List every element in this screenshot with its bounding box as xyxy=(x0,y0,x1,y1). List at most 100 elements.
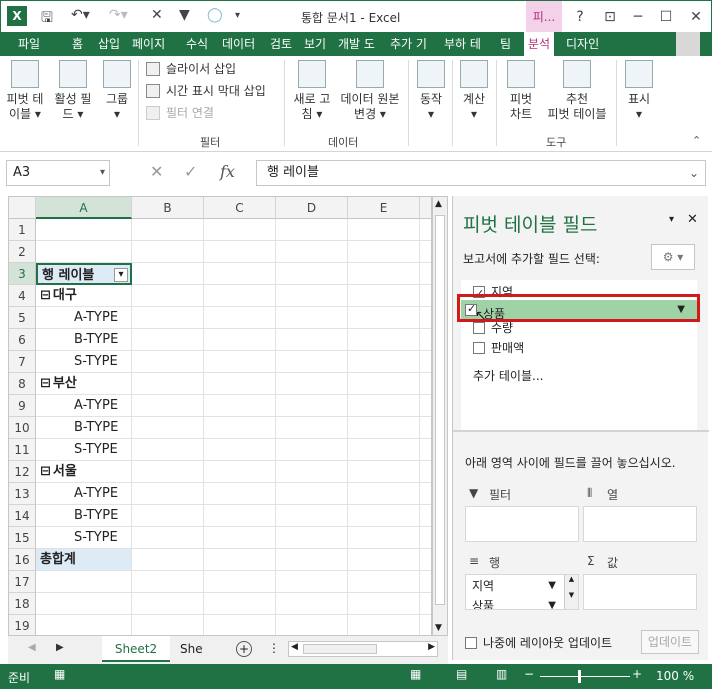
column-header-a[interactable]: A xyxy=(36,197,132,219)
horizontal-scrollbar[interactable]: ◀ ▶ xyxy=(288,641,438,657)
cell[interactable] xyxy=(204,615,276,635)
row-header[interactable]: 6 xyxy=(9,329,36,351)
column-header-e[interactable]: E xyxy=(348,197,420,219)
cell[interactable] xyxy=(204,241,276,263)
cell-a8[interactable]: ⊟ 부산 xyxy=(36,373,132,395)
cell[interactable] xyxy=(204,329,276,351)
cell[interactable] xyxy=(132,373,204,395)
row-header[interactable]: 1 xyxy=(9,219,36,241)
cell[interactable] xyxy=(348,439,420,461)
columns-drop-zone[interactable] xyxy=(583,506,697,542)
cell[interactable] xyxy=(420,395,431,417)
row-header[interactable]: 19 xyxy=(9,615,36,635)
cell[interactable] xyxy=(204,527,276,549)
row-header[interactable]: 16 xyxy=(9,549,36,571)
cell[interactable] xyxy=(132,615,204,635)
cell[interactable] xyxy=(276,483,348,505)
cell[interactable] xyxy=(204,395,276,417)
filter-connections-button[interactable]: 필터 연결 xyxy=(146,104,214,122)
cell[interactable] xyxy=(132,571,204,593)
row-header[interactable]: 17 xyxy=(9,571,36,593)
tab-developer[interactable]: 개발 도 xyxy=(338,32,375,56)
cell[interactable] xyxy=(276,285,348,307)
cell[interactable] xyxy=(204,549,276,571)
cell[interactable] xyxy=(420,219,431,241)
scroll-left-icon[interactable]: ◀ xyxy=(291,642,298,652)
cell[interactable] xyxy=(132,505,204,527)
cell-a12[interactable]: ⊟ 서울 xyxy=(36,461,132,483)
defer-update-option[interactable]: 나중에 레이아웃 업데이트 xyxy=(465,634,612,651)
cell[interactable] xyxy=(420,505,431,527)
normal-view-icon[interactable]: ▦ xyxy=(410,667,421,681)
cell[interactable] xyxy=(276,307,348,329)
cell[interactable] xyxy=(420,373,431,395)
cell-a17[interactable] xyxy=(36,571,132,593)
group-button[interactable]: 그룹 ▾ xyxy=(100,60,134,122)
select-all-corner[interactable] xyxy=(9,197,36,219)
change-data-source-button[interactable]: 데이터 원본 변경 ▾ xyxy=(336,60,404,122)
cell[interactable] xyxy=(276,527,348,549)
scroll-up-icon[interactable]: ▲ xyxy=(435,199,442,209)
scroll-down-icon[interactable]: ▼ xyxy=(435,623,442,633)
cell[interactable] xyxy=(276,263,348,285)
row-header[interactable]: 7 xyxy=(9,351,36,373)
cell[interactable] xyxy=(348,329,420,351)
cell-a19[interactable] xyxy=(36,615,132,635)
more-sheets-icon[interactable]: ⋮ xyxy=(268,641,280,655)
cell[interactable] xyxy=(276,439,348,461)
cell[interactable] xyxy=(132,461,204,483)
cell[interactable] xyxy=(348,505,420,527)
cell[interactable] xyxy=(420,549,431,571)
cell[interactable] xyxy=(276,395,348,417)
cell[interactable] xyxy=(348,307,420,329)
zoom-out-icon[interactable]: − xyxy=(524,667,534,681)
cell[interactable] xyxy=(132,329,204,351)
cell[interactable] xyxy=(276,351,348,373)
rows-drop-zone[interactable]: 지역 ▼ 상품 ▼ ▲ ▼ xyxy=(465,574,579,610)
cell-a5[interactable]: A-TYPE xyxy=(36,307,132,329)
row-header[interactable]: 13 xyxy=(9,483,36,505)
gear-icon[interactable]: ⚙ ▾ xyxy=(651,244,695,270)
context-tab-pivot[interactable]: 피... xyxy=(526,1,562,33)
update-button[interactable]: 업데이트 xyxy=(641,630,699,654)
tab-view[interactable]: 보기 xyxy=(304,32,326,56)
worksheet-grid[interactable]: A B C D E 123행 레이블 ▾ 4 ⊟ 대구 5 A-TYPE 6 B-TYPE 7 S-… xyxy=(8,196,432,636)
row-header[interactable]: 4 xyxy=(9,285,36,307)
cell[interactable] xyxy=(348,483,420,505)
cell[interactable] xyxy=(276,549,348,571)
tab-add-ins[interactable]: 추가 기 xyxy=(390,32,427,56)
row-header[interactable]: 15 xyxy=(9,527,36,549)
cell-a15[interactable]: S-TYPE xyxy=(36,527,132,549)
column-header-d[interactable]: D xyxy=(276,197,348,219)
actions-button[interactable]: 동작 ▾ xyxy=(414,60,448,122)
cell[interactable] xyxy=(204,571,276,593)
recommended-pivot-button[interactable]: 추천 피벗 테이블 xyxy=(542,60,612,122)
cell[interactable] xyxy=(420,571,431,593)
row-header[interactable]: 10 xyxy=(9,417,36,439)
rows-zone-scrollbar[interactable]: ▲ ▼ xyxy=(564,575,578,609)
cell-a2[interactable] xyxy=(36,241,132,263)
cell[interactable] xyxy=(420,527,431,549)
qat-customize-icon[interactable]: ▾ xyxy=(235,10,240,21)
cell[interactable] xyxy=(276,417,348,439)
pane-close-icon[interactable]: ✕ xyxy=(687,212,698,227)
filters-drop-zone[interactable] xyxy=(465,506,579,542)
row-header[interactable]: 11 xyxy=(9,439,36,461)
maximize-icon[interactable]: ☐ xyxy=(653,5,679,29)
cell[interactable] xyxy=(204,483,276,505)
cell[interactable] xyxy=(132,285,204,307)
field-item-sales[interactable]: 판매액 xyxy=(473,338,524,358)
zoom-slider[interactable] xyxy=(540,676,630,677)
cell[interactable] xyxy=(276,505,348,527)
cell[interactable] xyxy=(132,307,204,329)
row-header[interactable]: 14 xyxy=(9,505,36,527)
cell[interactable] xyxy=(276,241,348,263)
avatar[interactable] xyxy=(676,32,700,56)
cell[interactable] xyxy=(348,549,420,571)
cell[interactable] xyxy=(348,263,420,285)
cell[interactable] xyxy=(132,417,204,439)
collapse-icon[interactable]: ⊟ xyxy=(40,464,51,479)
cell-a9[interactable]: A-TYPE xyxy=(36,395,132,417)
cell-a13[interactable]: A-TYPE xyxy=(36,483,132,505)
values-drop-zone[interactable] xyxy=(583,574,697,610)
